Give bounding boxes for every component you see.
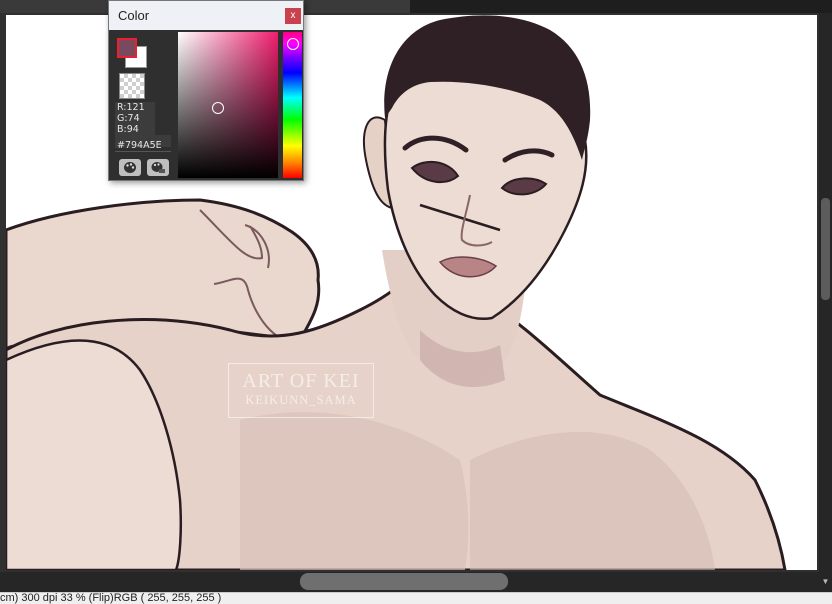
divider: [115, 151, 171, 152]
vertical-scrollbar[interactable]: [819, 13, 832, 572]
color-panel-titlebar[interactable]: Color x: [109, 1, 303, 30]
scroll-down-arrow-icon[interactable]: ▼: [819, 572, 832, 592]
document-tab[interactable]: [304, 0, 410, 13]
vertical-scroll-thumb[interactable]: [821, 198, 830, 300]
palette-icon: [124, 162, 136, 173]
watermark-line2: KEIKUNN_SAMA: [245, 393, 357, 407]
watermark: ART OF KEI KEIKUNN_SAMA: [228, 363, 374, 418]
palette-settings-button[interactable]: [147, 159, 169, 176]
saturation-value-picker[interactable]: [178, 32, 278, 178]
red-value: R:121: [117, 102, 145, 113]
status-text: cm) 300 dpi 33 % (Flip)RGB ( 255, 255, 2…: [0, 592, 222, 604]
close-button[interactable]: x: [285, 8, 301, 24]
hue-slider[interactable]: [283, 32, 302, 178]
horizontal-scrollbar[interactable]: [0, 572, 819, 592]
hue-slider-cursor[interactable]: [287, 38, 299, 50]
transparent-color-swatch[interactable]: [119, 73, 145, 99]
foreground-color-swatch[interactable]: [117, 38, 137, 58]
document-tab[interactable]: [0, 0, 110, 13]
blue-value: B:94: [117, 124, 139, 135]
horizontal-scroll-thumb[interactable]: [300, 573, 508, 590]
green-value: G:74: [117, 113, 140, 124]
hex-value-box[interactable]: #794A5E: [115, 135, 171, 151]
status-bar: cm) 300 dpi 33 % (Flip)RGB ( 255, 255, 2…: [0, 592, 832, 604]
watermark-line1: ART OF KEI: [242, 370, 360, 392]
color-panel-title: Color: [118, 8, 150, 23]
hex-value: #794A5E: [117, 140, 162, 151]
color-picker-cursor[interactable]: [212, 102, 224, 114]
palette-settings-icon: [151, 162, 165, 173]
palette-button[interactable]: [119, 159, 141, 176]
color-panel: Color x R:121 G:74 B:94 #794A5E: [108, 0, 304, 181]
